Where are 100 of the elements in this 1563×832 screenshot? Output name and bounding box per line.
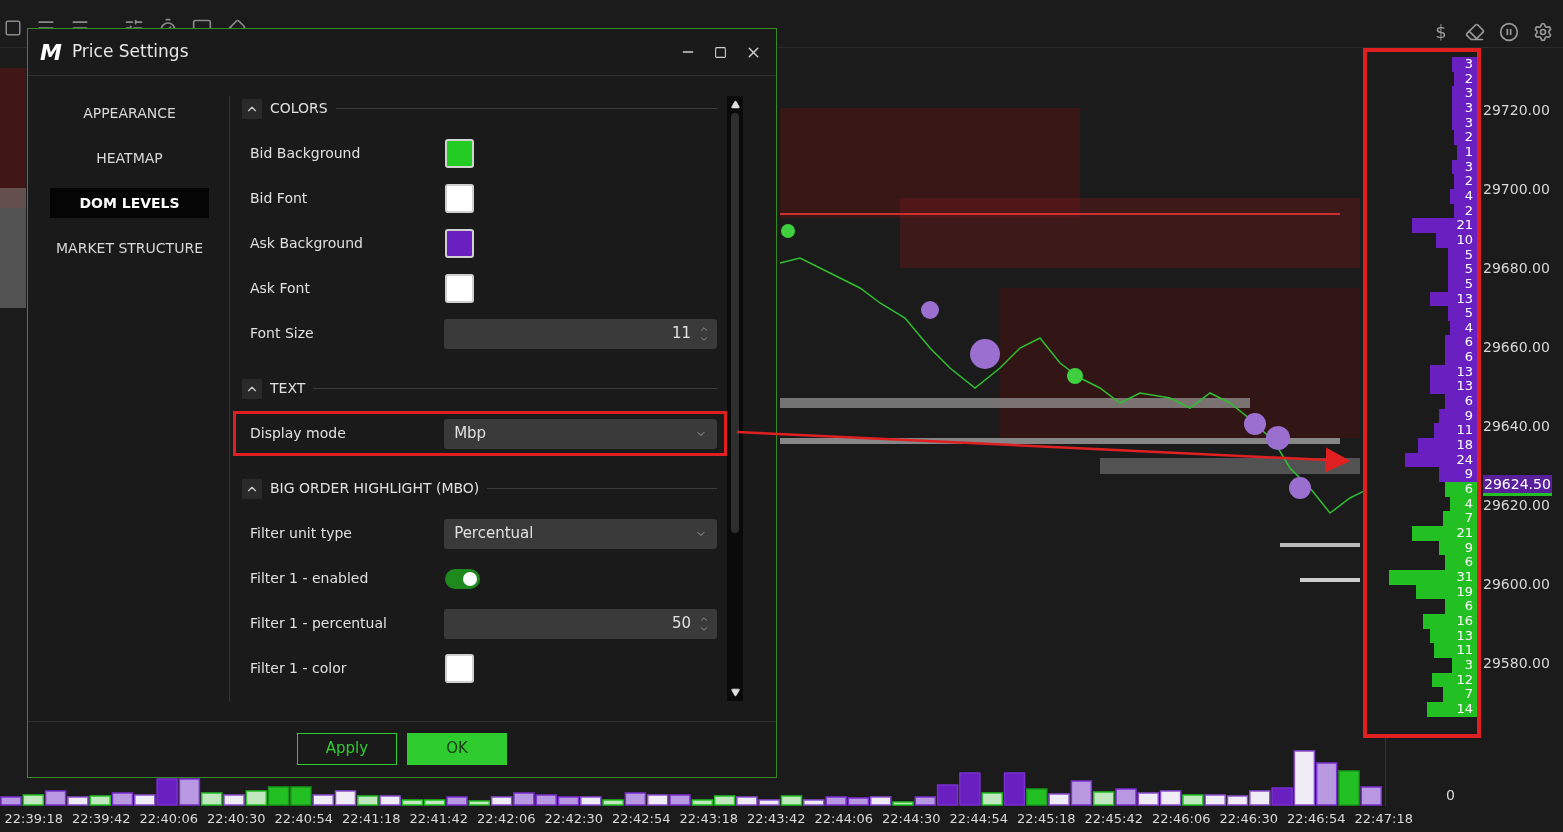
volume-bar (513, 792, 535, 806)
toggle-switch[interactable] (445, 568, 480, 589)
time-label: 22:42:06 (477, 810, 536, 829)
price-label: 29640.00 (1483, 418, 1550, 434)
volume-bar (223, 794, 245, 806)
color-swatch[interactable] (445, 229, 474, 258)
setting-label: Bid Font (249, 189, 309, 208)
trade-bubble (1244, 413, 1266, 435)
setting-label: Display mode (249, 424, 347, 443)
volume-bar (22, 794, 45, 806)
section-title: BIG ORDER HIGHLIGHT (MBO) (270, 479, 480, 498)
time-label: 22:46:54 (1287, 810, 1346, 829)
volume-bar (1137, 792, 1160, 806)
setting-label: Filter 1 - enabled (249, 569, 370, 588)
volume-bar (646, 794, 669, 806)
time-label: 22:47:18 (1354, 810, 1413, 829)
number-field[interactable]: 50 (444, 608, 717, 639)
section-title: TEXT (270, 379, 306, 398)
volume-bar (535, 794, 557, 806)
settings-icon[interactable] (1533, 21, 1553, 42)
nav-tab[interactable]: MARKET STRUCTURE (50, 233, 209, 263)
price-label: 29600.00 (1483, 576, 1550, 592)
depth-bar (1445, 482, 1477, 497)
setting-label: Ask Background (249, 234, 364, 253)
volume-bar (580, 796, 602, 806)
setting-label: Ask Font (249, 279, 311, 298)
scroll-down-icon[interactable] (730, 688, 740, 697)
collapse-toggle[interactable] (242, 98, 262, 119)
time-label: 22:39:42 (72, 810, 131, 829)
trade-bubble (970, 339, 1000, 369)
volume-bar (736, 796, 758, 806)
volume-bar (267, 786, 290, 806)
setting-label: Font Size (249, 324, 315, 343)
price-label: 29700.00 (1483, 181, 1550, 197)
time-label: 22:42:30 (544, 810, 603, 829)
ok-button[interactable]: OK (407, 732, 507, 765)
nav-tab[interactable]: DOM LEVELS (50, 188, 209, 218)
volume-bar (245, 790, 268, 806)
setting-label: Filter 1 - color (249, 659, 348, 678)
time-label: 22:45:42 (1084, 810, 1143, 829)
price-label: 29620.00 (1483, 497, 1550, 513)
current-price-badge: 29624.50 (1483, 475, 1552, 496)
window-title: Price Settings (71, 40, 190, 64)
color-swatch[interactable] (445, 139, 474, 168)
price-label: 29720.00 (1483, 102, 1550, 118)
volume-bar (0, 796, 22, 806)
time-label: 22:45:18 (1017, 810, 1076, 829)
volume-bar (1182, 794, 1204, 806)
trade-bubble (781, 224, 795, 238)
time-label: 22:44:30 (882, 810, 941, 829)
number-field[interactable]: 11 (444, 318, 717, 349)
price-label: 29580.00 (1483, 655, 1550, 671)
volume-bar (847, 797, 870, 806)
volume-bar (89, 795, 111, 806)
time-label: 22:41:42 (409, 810, 468, 829)
time-label: 22:43:18 (679, 810, 738, 829)
app-logo: M (40, 38, 62, 67)
time-label: 22:41:18 (342, 810, 401, 829)
volume-bar (1115, 788, 1137, 806)
dropdown-field[interactable]: Mbp (444, 418, 717, 449)
volume-bar (1315, 762, 1338, 806)
dropdown-field[interactable]: Percentual (444, 518, 717, 549)
price-label: 29660.00 (1483, 339, 1550, 355)
collapse-toggle[interactable] (242, 378, 262, 399)
volume-bar (111, 792, 134, 806)
trade-bubble (1266, 426, 1290, 450)
time-label: 22:43:42 (747, 810, 806, 829)
scrollbar[interactable] (727, 96, 743, 701)
time-label: 22:46:06 (1152, 810, 1211, 829)
nav-tab[interactable]: APPEARANCE (50, 98, 209, 128)
eraser-icon[interactable] (1465, 21, 1485, 42)
setting-label: Filter 1 - percentual (249, 614, 388, 633)
volume-bar (825, 796, 847, 806)
section-title: COLORS (270, 99, 328, 118)
color-swatch[interactable] (445, 184, 474, 213)
depth-bar (1452, 57, 1477, 72)
collapse-toggle[interactable] (242, 478, 262, 499)
time-label: 22:44:06 (814, 810, 873, 829)
maximize-icon[interactable] (714, 45, 727, 59)
time-label: 22:39:18 (4, 810, 63, 829)
layout-icon[interactable] (4, 19, 22, 37)
currency-button[interactable]: $ (1431, 18, 1451, 45)
trade-bubble (1067, 368, 1083, 384)
setting-label: Bid Background (249, 144, 362, 163)
color-swatch[interactable] (445, 274, 474, 303)
time-label: 22:44:54 (949, 810, 1008, 829)
setting-label: Filter unit type (249, 524, 353, 543)
price-label: 29680.00 (1483, 260, 1550, 276)
scroll-up-icon[interactable] (730, 100, 740, 109)
time-label: 22:42:54 (612, 810, 671, 829)
time-label: 22:40:54 (274, 810, 333, 829)
trade-bubble (1289, 477, 1311, 499)
volume-bar (557, 796, 580, 806)
volume-bar (1204, 794, 1226, 806)
apply-button[interactable]: Apply (297, 732, 397, 765)
color-swatch[interactable] (445, 654, 474, 683)
nav-tab[interactable]: HEATMAP (50, 143, 209, 173)
time-label: 22:40:30 (207, 810, 266, 829)
volume-axis-label: 0 (1446, 786, 1455, 805)
pause-icon[interactable] (1499, 21, 1519, 42)
